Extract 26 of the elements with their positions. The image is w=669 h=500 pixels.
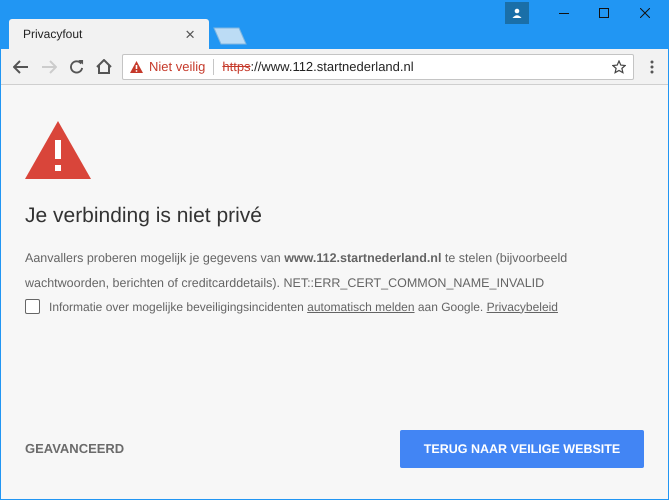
error-description: Aanvallers proberen mogelijk je gegevens van www.112.startnederland.nl te stelen (bijvoorbeeld wachtwoorden, berichten of creditcarddetails). NET::ERR_CERT_COMMON_NAME_INVALID: [25, 250, 568, 292]
tab-title: Privacyfout: [23, 26, 84, 43]
close-icon[interactable]: [640, 8, 650, 18]
address-bar[interactable]: Niet veilig https://www.112.startnederland.nl: [122, 54, 634, 80]
security-label[interactable]: Niet veilig: [149, 56, 206, 76]
url-scheme: https: [222, 58, 251, 76]
error-heading: Je verbinding is niet privé: [25, 203, 263, 229]
back-arrow-icon[interactable]: [13, 60, 29, 74]
close-tab-button[interactable]: ×: [185, 26, 195, 42]
maximize-icon[interactable]: [599, 8, 609, 18]
privacy-policy-link[interactable]: Privacybeleid: [486, 300, 558, 314]
profile-button[interactable]: [505, 2, 529, 24]
home-icon[interactable]: [96, 59, 112, 74]
advanced-button[interactable]: GEAVANCEERD: [25, 439, 124, 459]
warning-icon: [130, 60, 143, 72]
reload-icon[interactable]: [69, 59, 84, 74]
star-icon[interactable]: [612, 60, 626, 74]
browser-tab[interactable]: Privacyfout ×: [9, 19, 209, 49]
url-text: ://www.112.startnederland.nl: [250, 58, 414, 76]
report-label: Informatie over mogelijke beveiligingsincidenten automatisch melden aan Google. Privacybeleid: [49, 298, 558, 316]
menu-icon[interactable]: [650, 60, 654, 74]
back-to-safety-button[interactable]: TERUG NAAR VEILIGE WEBSITE: [400, 430, 644, 468]
person-icon: [512, 8, 522, 18]
report-checkbox[interactable]: [25, 299, 40, 314]
report-link[interactable]: automatisch melden: [307, 300, 415, 314]
warning-icon: [25, 121, 91, 179]
